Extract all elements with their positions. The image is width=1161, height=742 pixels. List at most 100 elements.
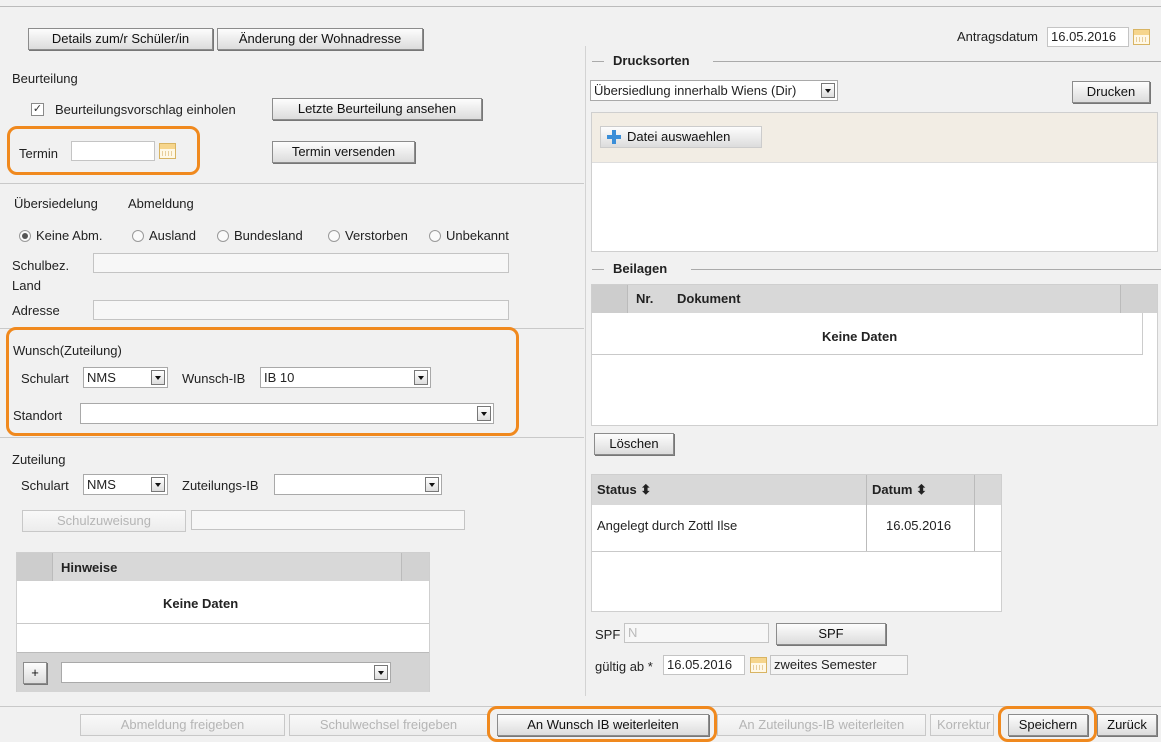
- zuteilungs-ib-label: Zuteilungs-IB: [182, 478, 259, 493]
- status-row-status: Angelegt durch Zottl Ilse: [597, 518, 738, 533]
- hinweise-select[interactable]: [61, 662, 391, 683]
- beilagen-title: Beilagen: [613, 261, 668, 276]
- datei-auswaehlen-button[interactable]: Datei auswaehlen: [600, 126, 762, 148]
- beilagen-line-right: [691, 269, 1161, 270]
- loeschen-button[interactable]: Löschen: [594, 433, 674, 455]
- chevron-down-icon[interactable]: [425, 477, 439, 492]
- semester-field[interactable]: zweites Semester: [770, 655, 908, 675]
- hinweise-add-button[interactable]: +: [23, 662, 47, 684]
- hinweise-header-left: [17, 553, 53, 581]
- wunsch-schulart-value: NMS: [87, 370, 116, 385]
- standort-select[interactable]: [80, 403, 494, 424]
- wunsch-ib-label: Wunsch-IB: [182, 371, 246, 386]
- schulbez-label: Schulbez.: [12, 258, 70, 273]
- antragsdatum-field[interactable]: 16.05.2016: [1047, 27, 1129, 47]
- status-header-row: [592, 475, 1001, 505]
- zuteilungs-ib-select[interactable]: [274, 474, 442, 495]
- antragsdatum-calendar-icon[interactable]: [1133, 29, 1150, 45]
- beurteilungsvorschlag-checkbox[interactable]: ✓: [31, 103, 44, 116]
- details-schueler-button[interactable]: Details zum/r Schüler/in: [28, 28, 213, 50]
- status-header-right: [974, 475, 1001, 552]
- top-border: [0, 6, 1161, 7]
- schulzuweisung-button[interactable]: Schulzuweisung: [22, 510, 186, 532]
- radio-unbekannt[interactable]: [429, 230, 441, 242]
- letzte-beurteilung-button[interactable]: Letzte Beurteilung ansehen: [272, 98, 482, 120]
- beilagen-line-left: [592, 269, 604, 270]
- footer-line: [0, 706, 1161, 707]
- beurteilungsvorschlag-label: Beurteilungsvorschlag einholen: [55, 102, 236, 117]
- chevron-down-icon[interactable]: [374, 665, 388, 680]
- status-row-line: [592, 551, 1001, 552]
- gueltig-ab-label: gültig ab *: [595, 659, 653, 674]
- an-zuteilungs-ib-button[interactable]: An Zuteilungs-IB weiterleiten: [717, 714, 926, 736]
- drucken-button[interactable]: Drucken: [1072, 81, 1150, 103]
- wunsch-ib-select[interactable]: IB 10: [260, 367, 431, 388]
- chevron-down-icon[interactable]: [151, 477, 165, 492]
- chevron-down-icon[interactable]: [477, 406, 491, 421]
- schulbez-field[interactable]: [93, 253, 509, 273]
- status-row-datum: 16.05.2016: [886, 518, 952, 533]
- datum-col-header[interactable]: Datum ⬍: [872, 482, 927, 498]
- antragsdatum-label: Antragsdatum: [957, 29, 1038, 44]
- hinweise-header: Hinweise: [61, 560, 118, 575]
- drucksorten-value: Übersiedlung innerhalb Wiens (Dir): [594, 83, 797, 98]
- chevron-down-icon[interactable]: [414, 370, 428, 385]
- wunsch-schulart-select[interactable]: NMS: [83, 367, 168, 388]
- status-col-header[interactable]: Status ⬍: [597, 482, 651, 498]
- beilagen-col-nr: Nr.: [636, 291, 654, 306]
- korrektur-button[interactable]: Korrektur: [930, 714, 994, 736]
- chevron-down-icon[interactable]: [821, 83, 835, 98]
- beilagen-header-right: [1120, 285, 1157, 313]
- zuteilung-schulart-select[interactable]: NMS: [83, 474, 168, 495]
- divider-2: [0, 328, 584, 329]
- wunsch-title: Wunsch(Zuteilung): [13, 343, 122, 358]
- beilagen-col-dokument: Dokument: [677, 291, 741, 306]
- adresse-field[interactable]: [93, 300, 509, 320]
- status-col-divider: [866, 475, 867, 552]
- uebersiedelung-title: Übersiedelung: [14, 196, 98, 211]
- beilagen-row-line: [592, 354, 1143, 355]
- drucksorten-line-right: [713, 61, 1161, 62]
- divider-3: [0, 437, 584, 438]
- termin-label: Termin: [19, 146, 59, 161]
- plus-icon: [607, 130, 621, 144]
- schulzuweisung-field[interactable]: [191, 510, 465, 530]
- zuteilung-schulart-value: NMS: [87, 477, 116, 492]
- radio-verstorben[interactable]: [328, 230, 340, 242]
- beilagen-header-left: [592, 285, 628, 313]
- radio-keine-abm-label: Keine Abm.: [36, 228, 103, 243]
- column-divider: [585, 46, 586, 696]
- radio-ausland[interactable]: [132, 230, 144, 242]
- wunsch-ib-value: IB 10: [264, 370, 295, 385]
- radio-ausland-label: Ausland: [149, 228, 196, 243]
- an-wunsch-ib-button[interactable]: An Wunsch IB weiterleiten: [497, 714, 709, 736]
- radio-keine-abm[interactable]: [19, 230, 31, 242]
- speichern-button[interactable]: Speichern: [1008, 714, 1088, 736]
- datei-auswaehlen-label: Datei auswaehlen: [627, 129, 731, 144]
- beilagen-empty: Keine Daten: [822, 329, 898, 344]
- hinweise-empty: Keine Daten: [163, 596, 239, 611]
- zuteilung-title: Zuteilung: [12, 452, 66, 467]
- beurteilung-title: Beurteilung: [12, 71, 78, 86]
- adresse-label: Adresse: [12, 303, 60, 318]
- wohnadresse-button[interactable]: Änderung der Wohnadresse: [217, 28, 423, 50]
- termin-versenden-button[interactable]: Termin versenden: [272, 141, 415, 163]
- schulwechsel-freigeben-button[interactable]: Schulwechsel freigeben: [289, 714, 488, 736]
- radio-bundesland[interactable]: [217, 230, 229, 242]
- abmeldung-freigeben-button[interactable]: Abmeldung freigeben: [80, 714, 285, 736]
- drucksorten-line-left: [592, 61, 604, 62]
- gueltig-ab-calendar-icon[interactable]: [750, 657, 767, 673]
- wunsch-schulart-label: Schulart: [21, 371, 69, 386]
- chevron-down-icon[interactable]: [151, 370, 165, 385]
- termin-calendar-icon[interactable]: [159, 143, 176, 159]
- radio-bundesland-label: Bundesland: [234, 228, 303, 243]
- spf-label: SPF: [595, 627, 621, 642]
- zuteilung-schulart-label: Schulart: [21, 478, 69, 493]
- drucksorten-select[interactable]: Übersiedlung innerhalb Wiens (Dir): [590, 80, 838, 101]
- spf-button[interactable]: SPF: [776, 623, 886, 645]
- spf-field[interactable]: N: [624, 623, 769, 643]
- radio-verstorben-label: Verstorben: [345, 228, 408, 243]
- zurueck-button[interactable]: Zurück: [1097, 714, 1157, 736]
- gueltig-ab-field[interactable]: 16.05.2016: [663, 655, 745, 675]
- termin-field[interactable]: [71, 141, 155, 161]
